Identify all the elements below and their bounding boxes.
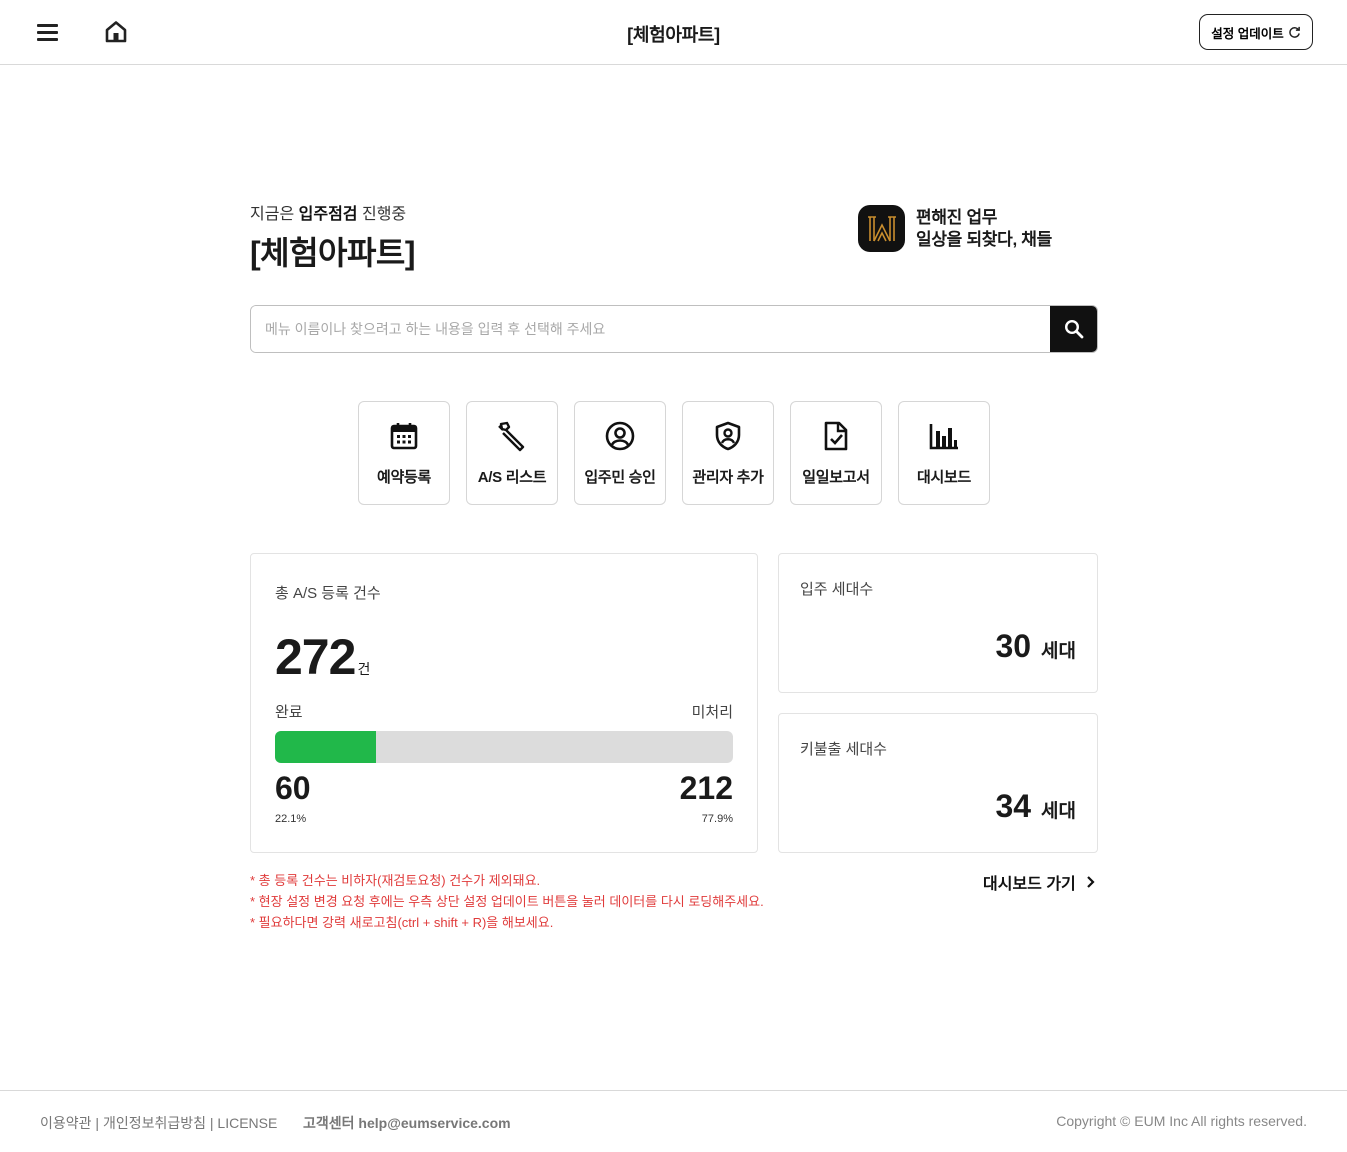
quick-daily-report[interactable]: 일일보고서 [790,401,882,505]
key-households-count: 34 [995,788,1032,824]
quick-label: 일일보고서 [802,469,870,486]
notice-item: * 필요하다면 강력 새로고침(ctrl + shift + R)을 해보세요. [250,915,554,930]
pending-label: 미처리 [691,704,733,721]
quick-menu: 예약등록 A/S 리스트 입주민 승인 관리자 추가 일일보고서 대시보드 [358,401,990,505]
households-unit: 세대 [1041,641,1076,662]
document-check-icon [819,419,853,453]
status-suffix: 진행중 [361,206,407,223]
dashboard-link-label: 대시보드 가기 [983,876,1076,893]
as-total-label: 총 A/S 등록 건수 [275,585,381,602]
quick-label: A/S 리스트 [477,469,547,486]
progress-bar-fill [275,731,377,763]
chevron-right-icon [1086,876,1095,888]
quick-add-admin[interactable]: 관리자 추가 [682,401,774,505]
households-label: 입주 세대수 [800,581,874,598]
quick-label: 대시보드 [916,469,971,486]
search-input[interactable] [251,306,1050,352]
pending-percent: 77.9% [701,813,733,825]
key-households-unit: 세대 [1041,801,1076,822]
top-header: [체험아파트] 설정 업데이트 [0,0,1347,65]
quick-label: 예약등록 [376,469,431,486]
shield-user-icon [711,419,745,453]
notice-list: * 총 등록 건수는 비하자(재검토요청) 건수가 제외돼요. * 현장 설정 … [250,870,764,933]
households-card: 입주 세대수 30 세대 [778,553,1098,693]
as-total-value: 272 [275,629,356,685]
privacy-link[interactable]: 개인정보취급방침 [103,1115,206,1131]
settings-update-button[interactable]: 설정 업데이트 [1199,14,1313,50]
search-icon [1064,319,1084,339]
key-households-label: 키불출 세대수 [800,741,887,758]
households-value: 30 세대 [995,628,1076,665]
key-households-value: 34 세대 [995,788,1076,825]
dashboard-link[interactable]: 대시보드 가기 [983,870,1096,894]
wrench-icon [495,419,529,453]
as-total-count: 272 건 [275,628,370,686]
quick-dashboard[interactable]: 대시보드 [898,401,990,505]
notice-item: * 총 등록 건수는 비하자(재검토요청) 건수가 제외돼요. [250,873,541,888]
done-label: 완료 [275,704,303,721]
bar-chart-icon [927,419,961,453]
pending-count: 212 [679,770,733,806]
copyright: Copyright © EUM Inc All rights reserved. [1056,1113,1307,1129]
progress-status: 지금은 입주점검 진행중 [250,200,406,224]
quick-label: 관리자 추가 [692,469,764,486]
refresh-icon [1288,26,1300,38]
brand-logo-icon [858,205,905,252]
quick-label: 입주민 승인 [584,469,656,486]
user-circle-icon [603,419,637,453]
search-bar [250,305,1098,353]
progress-bar [275,731,733,763]
search-button[interactable] [1050,306,1097,352]
brand-tagline-1: 편해진 업무 [916,207,998,227]
footer-links: 이용약관 | 개인정보취급방침 | LICENSE [40,1113,277,1133]
customer-center: 고객센터 help@eumservice.com [303,1113,511,1133]
customer-center-label: 고객센터 [303,1115,355,1131]
quick-reservation[interactable]: 예약등록 [358,401,450,505]
header-title: [체험아파트] [627,25,720,45]
status-prefix: 지금은 [250,206,295,223]
page-title: [체험아파트] [250,235,416,271]
customer-center-email[interactable]: help@eumservice.com [358,1115,510,1131]
quick-resident-approval[interactable]: 입주민 승인 [574,401,666,505]
as-stats-card: 총 A/S 등록 건수 272 건 완료 미처리 60 212 22.1% 77.… [250,553,758,853]
license-link[interactable]: LICENSE [217,1115,277,1131]
done-count: 60 [275,770,311,806]
footer: 이용약관 | 개인정보취급방침 | LICENSE 고객센터 help@eums… [0,1090,1347,1152]
quick-as-list[interactable]: A/S 리스트 [466,401,558,505]
key-households-card: 키불출 세대수 34 세대 [778,713,1098,853]
households-count: 30 [995,628,1032,664]
notice-item: * 현장 설정 변경 요청 후에는 우측 상단 설정 업데이트 버튼을 눌러 데… [250,894,764,909]
brand-banner: 편해진 업무 일상을 되찾다, 채들 [858,205,1052,252]
terms-link[interactable]: 이용약관 [40,1115,92,1131]
calendar-icon [387,419,421,453]
footer-separator: | [209,1115,214,1131]
brand-tagline-2: 일상을 되찾다, 채들 [916,229,1052,249]
as-total-unit: 건 [357,661,371,677]
status-phase: 입주점검 [298,206,358,223]
done-percent: 22.1% [275,813,307,825]
footer-separator: | [95,1115,100,1131]
settings-update-label: 설정 업데이트 [1211,26,1284,41]
